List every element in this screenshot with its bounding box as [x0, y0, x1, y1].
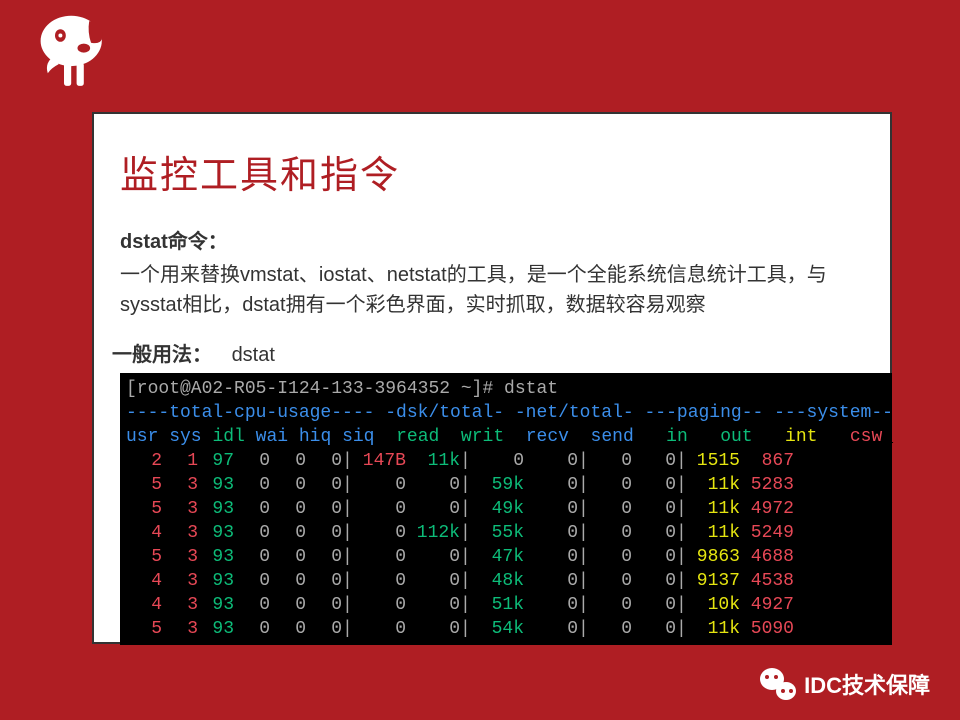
table-row: 4393000|0112k|55k0|00|11k5249	[126, 521, 886, 545]
wechat-icon	[760, 666, 796, 702]
usage-label: 一般用法：	[112, 344, 212, 366]
command-label: dstat命令：	[120, 225, 864, 254]
table-row: 5393000|00|54k0|00|11k5090	[126, 617, 886, 641]
description-text: 一个用来替换vmstat、iostat、netstat的工具，是一个全能系统信息…	[120, 260, 864, 320]
terminal-rows: 2197000|147B11k|00|00|15158675393000|00|…	[126, 449, 886, 641]
table-row: 4393000|00|51k0|00|10k4927	[126, 593, 886, 617]
terminal-prompt: [root@A02-R05-I124-133-3964352 ~]# dstat	[126, 377, 886, 401]
content-card: 监控工具和指令 dstat命令： 一个用来替换vmstat、iostat、net…	[92, 112, 892, 644]
table-row: 5393000|00|47k0|00|98634688	[126, 545, 886, 569]
terminal-output: [root@A02-R05-I124-133-3964352 ~]# dstat…	[120, 373, 892, 645]
usage-line: 一般用法： dstat	[112, 338, 864, 367]
table-row: 5393000|00|49k0|00|11k4972	[126, 497, 886, 521]
table-row: 5393000|00|59k0|00|11k5283	[126, 473, 886, 497]
footer-brand: IDC技术保障	[760, 666, 930, 702]
table-row: 4393000|00|48k0|00|91374538	[126, 569, 886, 593]
terminal-header-groups: ----total-cpu-usage---- -dsk/total- -net…	[126, 401, 886, 425]
footer-text: IDC技术保障	[804, 668, 930, 700]
slide-header	[0, 0, 960, 108]
table-row: 2197000|147B11k|00|00|1515867	[126, 449, 886, 473]
slide-title: 监控工具和指令	[120, 144, 864, 199]
usage-value: dstat	[232, 344, 275, 366]
jd-dog-logo	[28, 8, 118, 90]
terminal-column-labels: usr sys idl wai hiq siq| read writ| recv…	[126, 425, 886, 449]
